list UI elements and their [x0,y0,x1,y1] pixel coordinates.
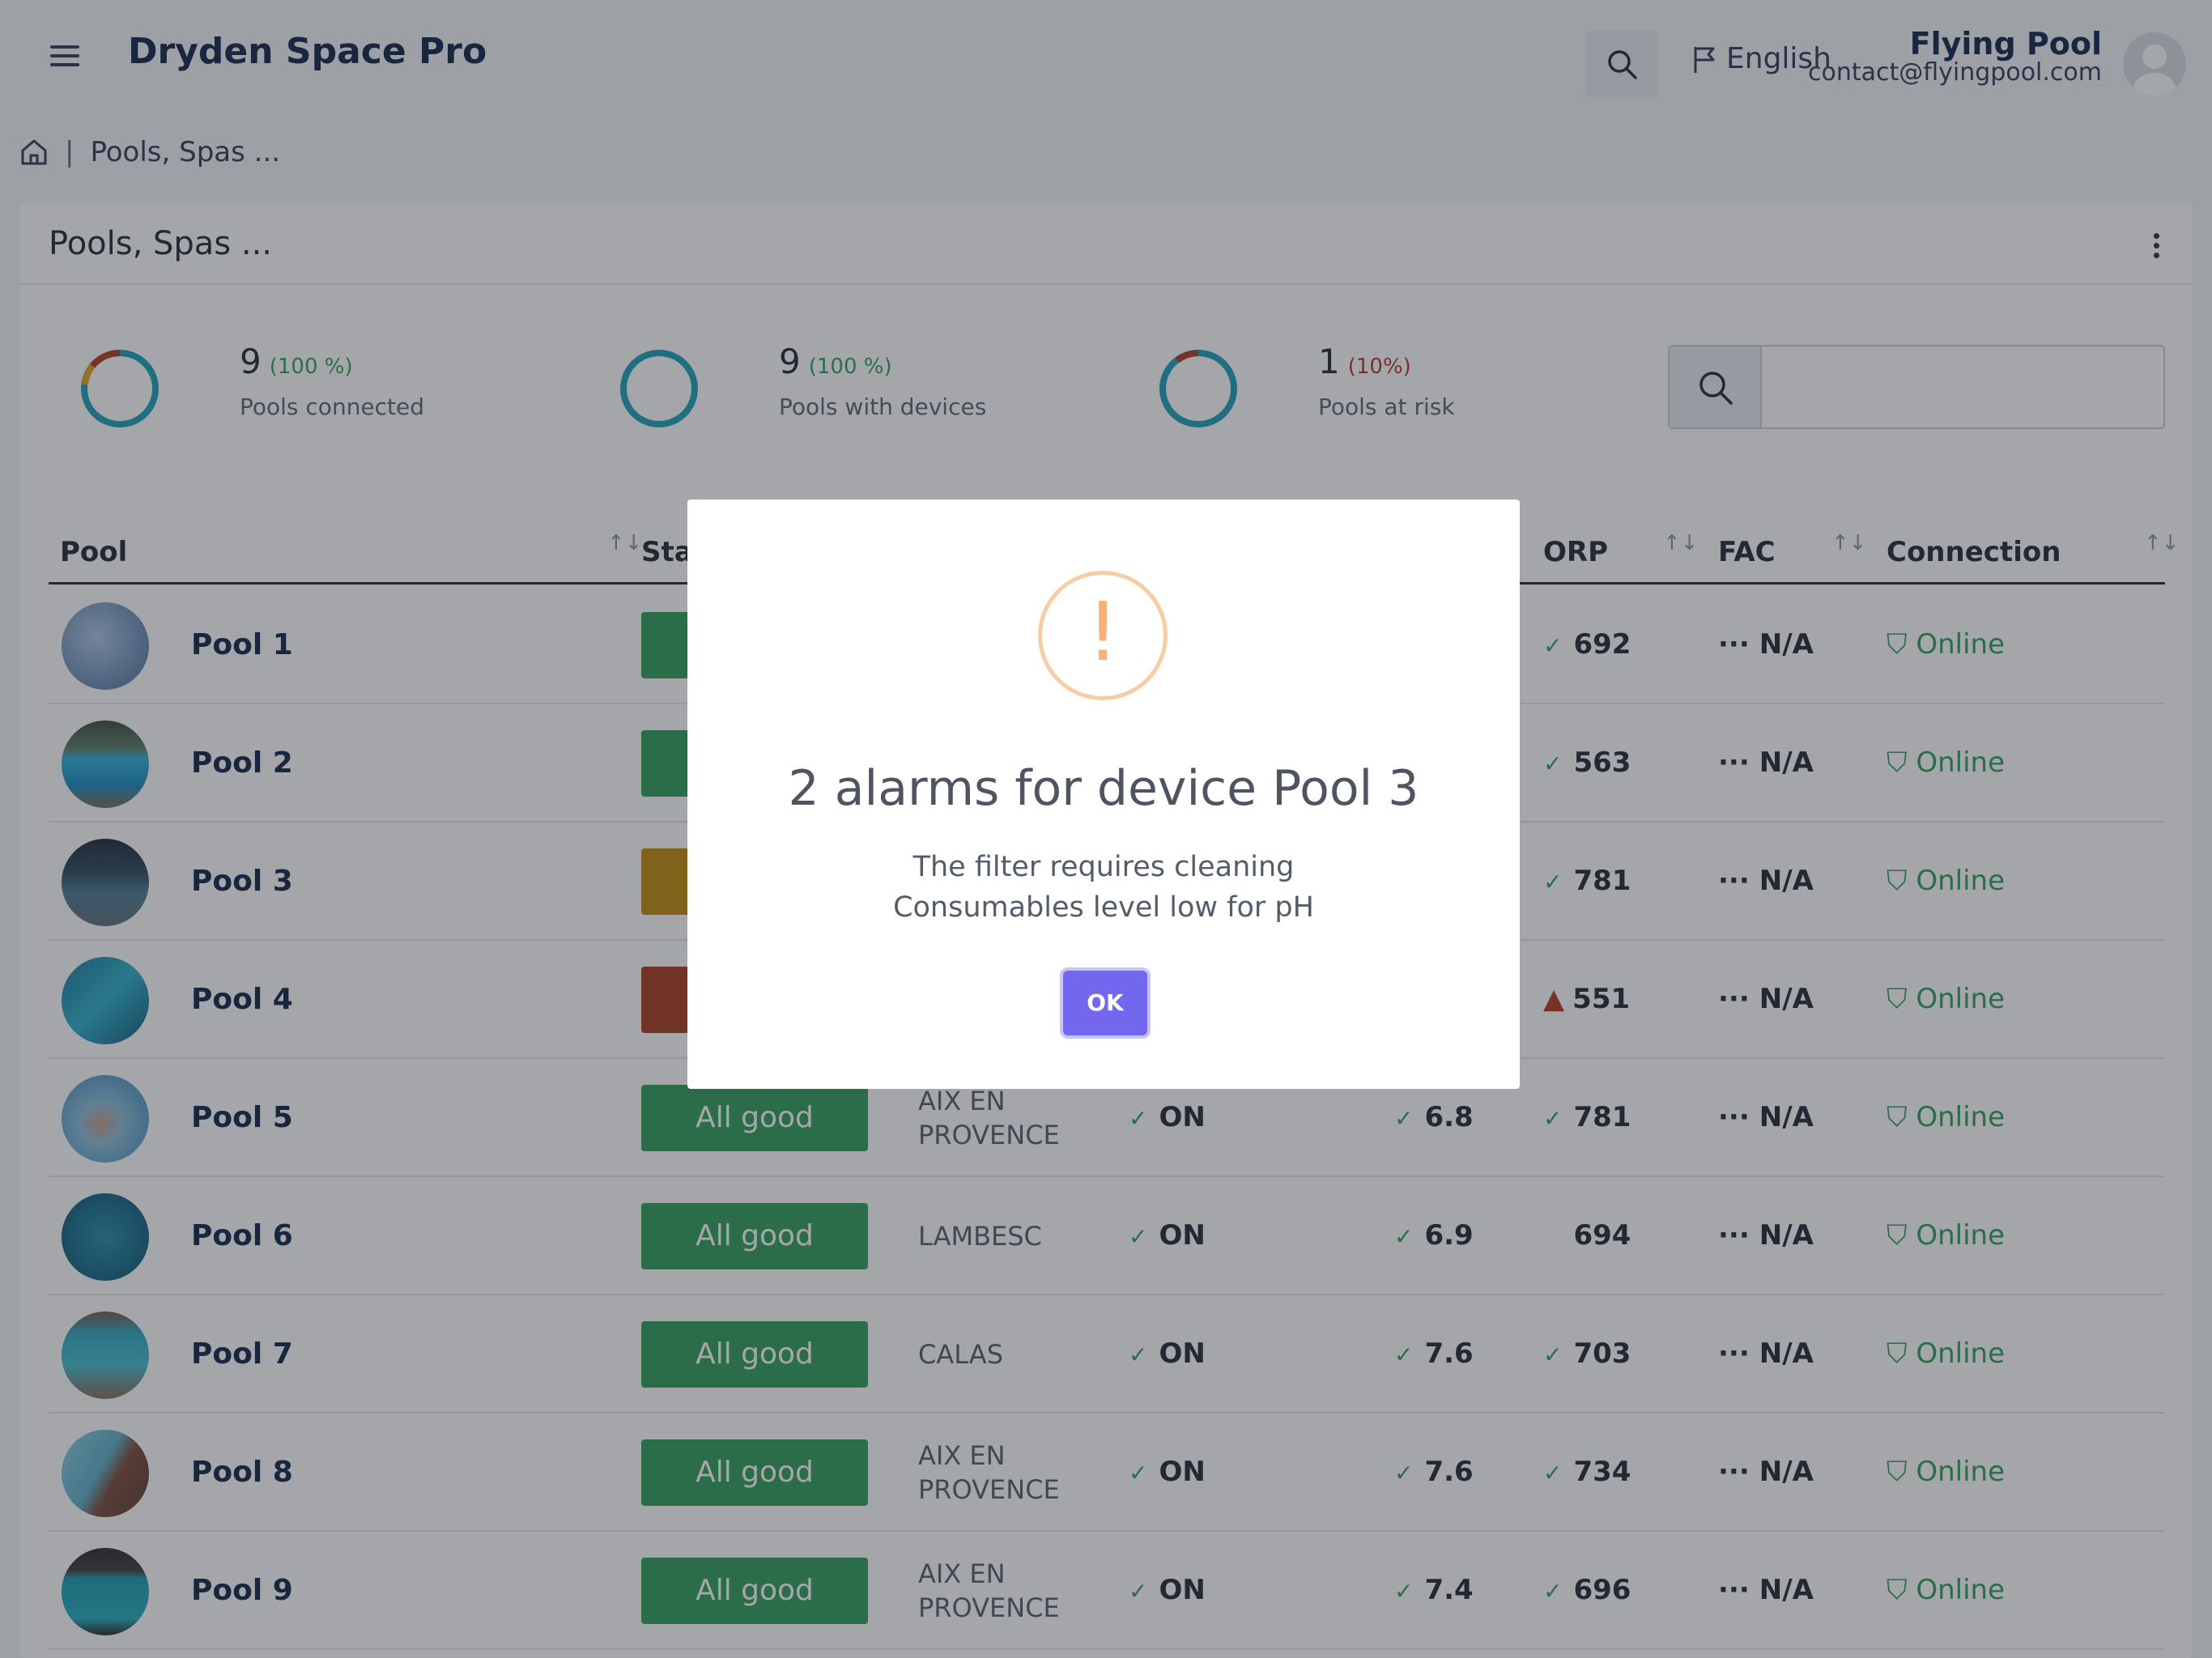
dialog-message-line: Consumables level low for pH [893,891,1314,924]
app-root: Dryden Space Pro English Flying Pool con… [0,0,2212,1658]
alarm-dialog: ! 2 alarms for device Pool 3 The filter … [687,500,1520,1089]
dialog-message-line: The filter requires cleaning [912,851,1295,883]
dialog-title: 2 alarms for device Pool 3 [788,760,1419,817]
warning-exclamation-icon: ! [1038,571,1168,700]
ok-button[interactable]: OK [1063,971,1147,1035]
